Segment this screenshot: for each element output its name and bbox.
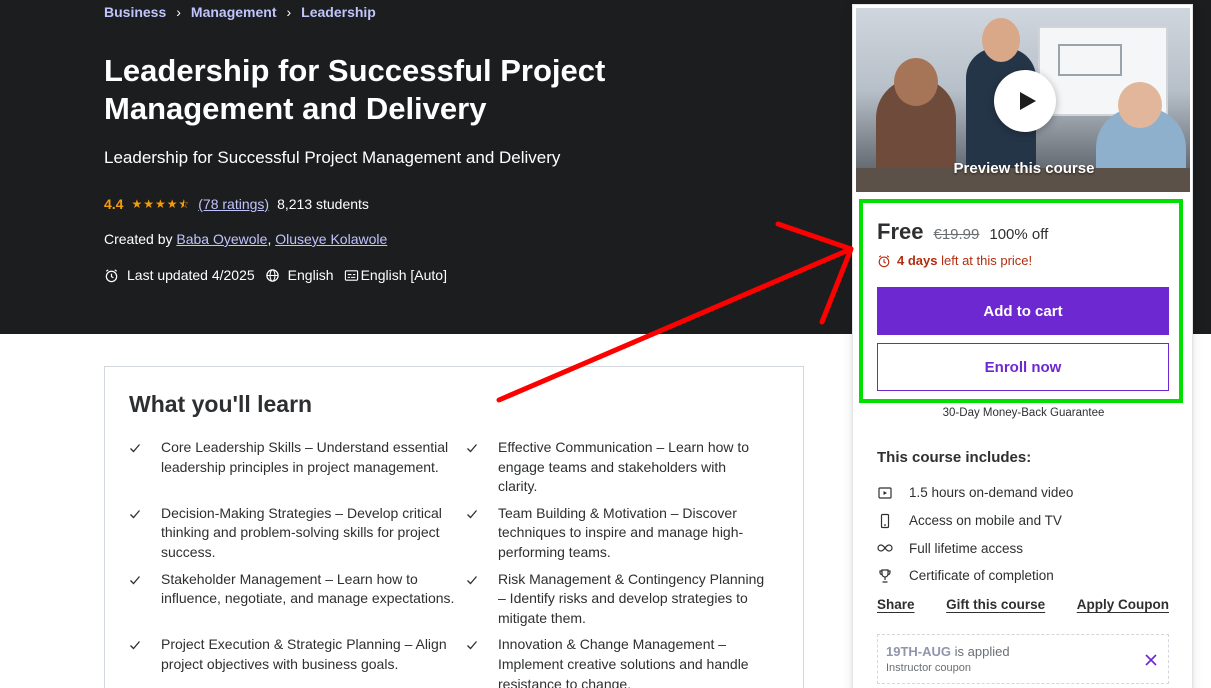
check-icon: [129, 637, 145, 688]
check-icon: [466, 572, 482, 629]
breadcrumb-management[interactable]: Management: [191, 4, 277, 20]
course-subtitle: Leadership for Successful Project Manage…: [104, 148, 561, 167]
learn-list: Core Leadership Skills – Understand esse…: [129, 438, 779, 688]
add-to-cart-button[interactable]: Add to cart: [877, 287, 1169, 335]
list-item: Risk Management & Contingency Planning –…: [466, 570, 766, 630]
rating-number: 4.4: [104, 196, 124, 212]
close-icon[interactable]: [1144, 653, 1158, 667]
infinity-icon: [877, 544, 893, 552]
preview-label: Preview this course: [953, 160, 1095, 177]
includes-title: This course includes:: [877, 449, 1032, 466]
original-price: €19.99: [933, 226, 980, 243]
last-updated: Last updated 4/2025: [127, 267, 255, 283]
course-captions: English [Auto]: [360, 267, 447, 283]
instructor-link[interactable]: Oluseye Kolawole: [275, 231, 387, 247]
gift-course-link[interactable]: Gift this course: [946, 597, 1045, 612]
timer-days: 4 days: [897, 253, 938, 268]
globe-icon: [265, 268, 279, 282]
money-back-guarantee: 30-Day Money-Back Guarantee: [942, 407, 1105, 419]
list-item: Decision-Making Strategies – Develop cri…: [129, 504, 466, 564]
discount-percent: 100% off: [989, 226, 1049, 243]
breadcrumb: Business › Management › Leadership: [104, 4, 376, 20]
current-price: Free: [877, 219, 924, 244]
check-icon: [129, 440, 145, 497]
coupon-code: 19TH-AUG: [886, 644, 952, 659]
captions-icon: [344, 269, 358, 281]
course-meta: Last updated 4/2025 English English [Aut…: [104, 267, 447, 283]
star-rating-icon: ★★★★☆★: [131, 197, 191, 211]
what-youll-learn-section: What you'll learn Core Leadership Skills…: [104, 366, 804, 688]
check-icon: [466, 637, 482, 688]
list-item: 1.5 hours on-demand video: [877, 479, 1073, 507]
created-by: Created by Baba Oyewole, Oluseye Kolawol…: [104, 231, 388, 247]
list-item: Project Execution & Strategic Planning –…: [129, 635, 466, 688]
list-item: Access on mobile and TV: [877, 507, 1073, 535]
chevron-right-icon: ›: [176, 4, 181, 20]
play-button[interactable]: [994, 70, 1056, 132]
alarm-clock-icon: [878, 254, 890, 267]
instructor-link[interactable]: Baba Oyewole: [176, 231, 267, 247]
student-count: 8,213 students: [277, 196, 369, 212]
enroll-now-button[interactable]: Enroll now: [877, 343, 1169, 391]
alarm-clock-icon: [105, 268, 118, 282]
list-item: Stakeholder Management – Learn how to in…: [129, 570, 466, 630]
coupon-type: Instructor coupon: [886, 662, 971, 674]
play-icon: [1020, 92, 1036, 110]
course-title: Leadership for Successful Project Manage…: [104, 53, 606, 126]
includes-list: 1.5 hours on-demand video Access on mobi…: [877, 479, 1073, 590]
list-item: Certificate of completion: [877, 562, 1073, 590]
check-icon: [466, 506, 482, 563]
coupon-applied-text: is applied: [954, 644, 1010, 659]
rating-row: 4.4 ★★★★☆★ (78 ratings) 8,213 students: [104, 196, 369, 212]
list-item: Effective Communication – Learn how to e…: [466, 438, 766, 498]
learn-section-title: What you'll learn: [129, 391, 313, 417]
price-timer: 4 days left at this price!: [877, 253, 1032, 268]
check-icon: [129, 506, 145, 563]
chevron-right-icon: ›: [286, 4, 292, 20]
list-item: Core Leadership Skills – Understand esse…: [129, 438, 466, 498]
apply-coupon-link[interactable]: Apply Coupon: [1077, 597, 1169, 612]
price-row: Free €19.99 100% off: [877, 219, 1048, 245]
list-item: Full lifetime access: [877, 534, 1073, 562]
check-icon: [466, 440, 482, 497]
list-item: Innovation & Change Management – Impleme…: [466, 635, 766, 688]
ratings-count-link[interactable]: (78 ratings): [198, 196, 269, 212]
course-language: English: [287, 267, 334, 283]
applied-coupon: 19TH-AUG is applied Instructor coupon: [877, 634, 1169, 684]
list-item: Team Building & Motivation – Discover te…: [466, 504, 766, 564]
mobile-icon: [880, 513, 890, 528]
purchase-card: Preview this course Free €19.99 100% off…: [852, 4, 1193, 688]
card-links: Share Gift this course Apply Coupon: [877, 597, 1169, 612]
trophy-icon: [879, 569, 891, 583]
video-icon: [878, 487, 892, 499]
check-icon: [129, 572, 145, 629]
share-link[interactable]: Share: [877, 597, 915, 612]
breadcrumb-business[interactable]: Business: [104, 4, 166, 20]
timer-text: left at this price!: [941, 253, 1033, 268]
course-preview-video[interactable]: Preview this course: [855, 7, 1191, 193]
breadcrumb-leadership[interactable]: Leadership: [301, 4, 376, 20]
